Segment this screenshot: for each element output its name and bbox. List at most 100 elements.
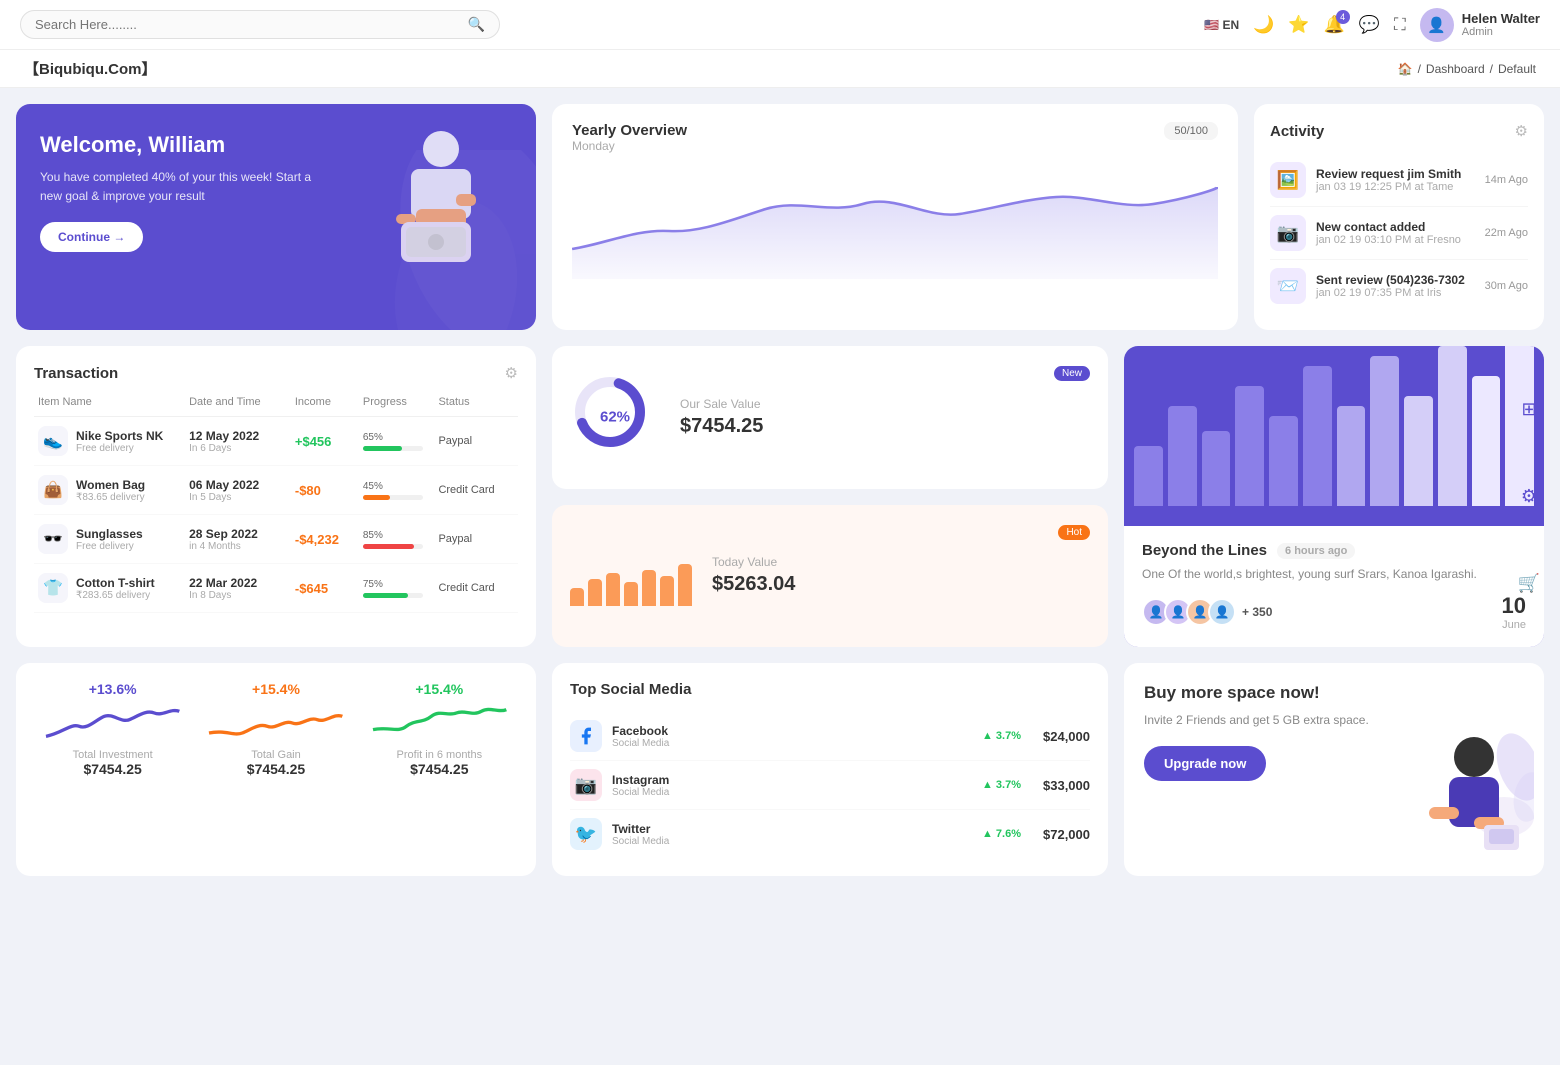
activity-item: 📷 New contact added jan 02 19 03:10 PM a…	[1270, 207, 1528, 260]
item-income: +$456	[295, 434, 363, 449]
upgrade-card: Buy more space now! Invite 2 Friends and…	[1124, 663, 1544, 876]
activity-item: 📨 Sent review (504)236-7302 jan 02 19 07…	[1270, 260, 1528, 312]
upgrade-button[interactable]: Upgrade now	[1144, 746, 1266, 781]
stat-value: $7454.25	[410, 761, 468, 777]
sale-hot-card: Today Value $5263.04 Hot	[552, 505, 1108, 648]
social-header: Top Social Media	[570, 681, 1090, 698]
mini-bar	[678, 564, 692, 606]
item-income: -$80	[295, 483, 363, 498]
brand-logo: 【Biqubiqu.Com】	[24, 58, 156, 79]
transaction-header: Transaction ⚙	[34, 364, 518, 382]
activity-info: New contact added jan 02 19 03:10 PM at …	[1316, 220, 1475, 246]
upgrade-desc: Invite 2 Friends and get 5 GB extra spac…	[1144, 711, 1372, 730]
home-icon[interactable]: 🏠	[1398, 62, 1413, 76]
upgrade-illustration	[1374, 717, 1534, 876]
activity-item-time: 22m Ago	[1485, 227, 1528, 239]
activity-card: Activity ⚙ 🖼️ Review request jim Smith j…	[1254, 104, 1544, 330]
sparkline	[199, 703, 352, 743]
upgrade-title: Buy more space now!	[1144, 683, 1524, 703]
today-sale-title: Today Value	[712, 555, 1038, 569]
social-val: $33,000	[1043, 778, 1090, 793]
beyond-info: Beyond the Lines 6 hours ago One Of the …	[1124, 526, 1544, 647]
stat-item: +13.6% Total Investment $7454.25	[36, 681, 189, 858]
item-status: Paypal	[438, 533, 514, 545]
stat-pct: +15.4%	[415, 681, 463, 697]
activity-item-title: Review request jim Smith	[1316, 167, 1475, 181]
settings-icon[interactable]: ⚙	[1521, 486, 1537, 507]
welcome-illustration	[356, 114, 516, 296]
col-item: Item Name	[38, 396, 189, 408]
search-bar[interactable]: 🔍	[20, 10, 500, 39]
activity-avatar: 📷	[1270, 215, 1306, 251]
beyond-chart	[1124, 346, 1544, 526]
continue-button[interactable]: Continue →	[40, 222, 143, 252]
star-icon[interactable]: ⭐	[1288, 15, 1309, 35]
breadcrumb-dashboard[interactable]: Dashboard	[1426, 62, 1485, 76]
stat-label: Total Gain	[251, 749, 301, 761]
mini-bar	[624, 582, 638, 606]
social-icon: 📷	[570, 769, 602, 801]
progress-fill	[363, 593, 408, 598]
social-row: Facebook Social Media ▲ 3.7% $24,000	[570, 712, 1090, 761]
row2: Transaction ⚙ Item Name Date and Time In…	[16, 346, 1544, 647]
nav-right: 🇺🇸 EN 🌙 ⭐ 🔔 4 💬 ⛶ 👤 Helen Walter Admin	[1204, 8, 1540, 42]
yearly-header: Yearly Overview Monday 50/100	[572, 122, 1218, 153]
plus-count: + 350	[1242, 605, 1272, 619]
item-sub: Free delivery	[76, 443, 163, 454]
beyond-card: Beyond the Lines 6 hours ago One Of the …	[1124, 346, 1544, 647]
language-selector[interactable]: 🇺🇸 EN	[1204, 18, 1239, 32]
activity-list: 🖼️ Review request jim Smith jan 03 19 12…	[1270, 154, 1528, 312]
item-days: In 8 Days	[189, 590, 295, 601]
item-icon: 👜	[38, 475, 68, 505]
social-row: 📷 Instagram Social Media ▲ 3.7% $33,000	[570, 761, 1090, 810]
social-sub: Social Media	[612, 836, 669, 847]
notification-icon[interactable]: 🔔 4	[1323, 15, 1344, 35]
message-icon[interactable]: 💬	[1359, 15, 1380, 35]
mini-bar	[606, 573, 620, 606]
stat-item: +15.4% Profit in 6 months $7454.25	[363, 681, 516, 858]
sale-new-card: 62% Our Sale Value $7454.25 New	[552, 346, 1108, 489]
transaction-gear-icon[interactable]: ⚙	[505, 364, 518, 382]
progress-bar	[363, 446, 423, 451]
progress-fill	[363, 544, 414, 549]
social-icon	[570, 720, 602, 752]
expand-icon[interactable]: ⛶	[1394, 15, 1406, 35]
item-name: Cotton T-shirt	[76, 576, 155, 590]
theme-toggle-icon[interactable]: 🌙	[1253, 15, 1274, 35]
breadcrumb-default[interactable]: Default	[1498, 62, 1536, 76]
stats-card: +13.6% Total Investment $7454.25 +15.4% …	[16, 663, 536, 876]
activity-gear-icon[interactable]: ⚙	[1515, 122, 1528, 140]
item-status: Credit Card	[438, 582, 514, 594]
progress-label: 45%	[363, 481, 439, 492]
progress-fill	[363, 446, 402, 451]
row3: +13.6% Total Investment $7454.25 +15.4% …	[16, 663, 1544, 876]
item-name-col: 👕 Cotton T-shirt ₹283.65 delivery	[38, 573, 189, 603]
item-sub: ₹283.65 delivery	[76, 590, 155, 601]
beyond-bar	[1404, 396, 1433, 506]
beyond-desc: One Of the world,s brightest, young surf…	[1142, 565, 1526, 583]
transaction-table-head: Item Name Date and Time Income Progress …	[34, 396, 518, 417]
beyond-time: 6 hours ago	[1277, 543, 1355, 559]
row1: Welcome, William You have completed 40% …	[16, 104, 1544, 330]
beyond-bars	[1124, 346, 1544, 506]
avatar: 👤	[1420, 8, 1454, 42]
search-input[interactable]	[35, 17, 468, 32]
stat-item: +15.4% Total Gain $7454.25	[199, 681, 352, 858]
progress-label: 85%	[363, 530, 439, 541]
avatar-4: 👤	[1208, 598, 1236, 626]
col-date: Date and Time	[189, 396, 295, 408]
col-status: Status	[438, 396, 514, 408]
beyond-bar	[1269, 416, 1298, 506]
grid-icon[interactable]: ⊞	[1521, 399, 1536, 420]
item-days: In 6 Days	[189, 443, 295, 454]
item-name-col: 🕶️ Sunglasses Free delivery	[38, 524, 189, 554]
social-title: Top Social Media	[570, 681, 691, 698]
mini-bar	[570, 588, 584, 606]
col-progress: Progress	[363, 396, 439, 408]
progress-bar	[363, 593, 423, 598]
notification-badge: 4	[1336, 10, 1350, 24]
sale-info: Our Sale Value $7454.25	[680, 397, 1034, 438]
cart-icon[interactable]: 🛒	[1518, 573, 1540, 594]
sale-info-value: $7454.25	[680, 415, 1034, 438]
table-row: 🕶️ Sunglasses Free delivery 28 Sep 2022 …	[34, 515, 518, 564]
